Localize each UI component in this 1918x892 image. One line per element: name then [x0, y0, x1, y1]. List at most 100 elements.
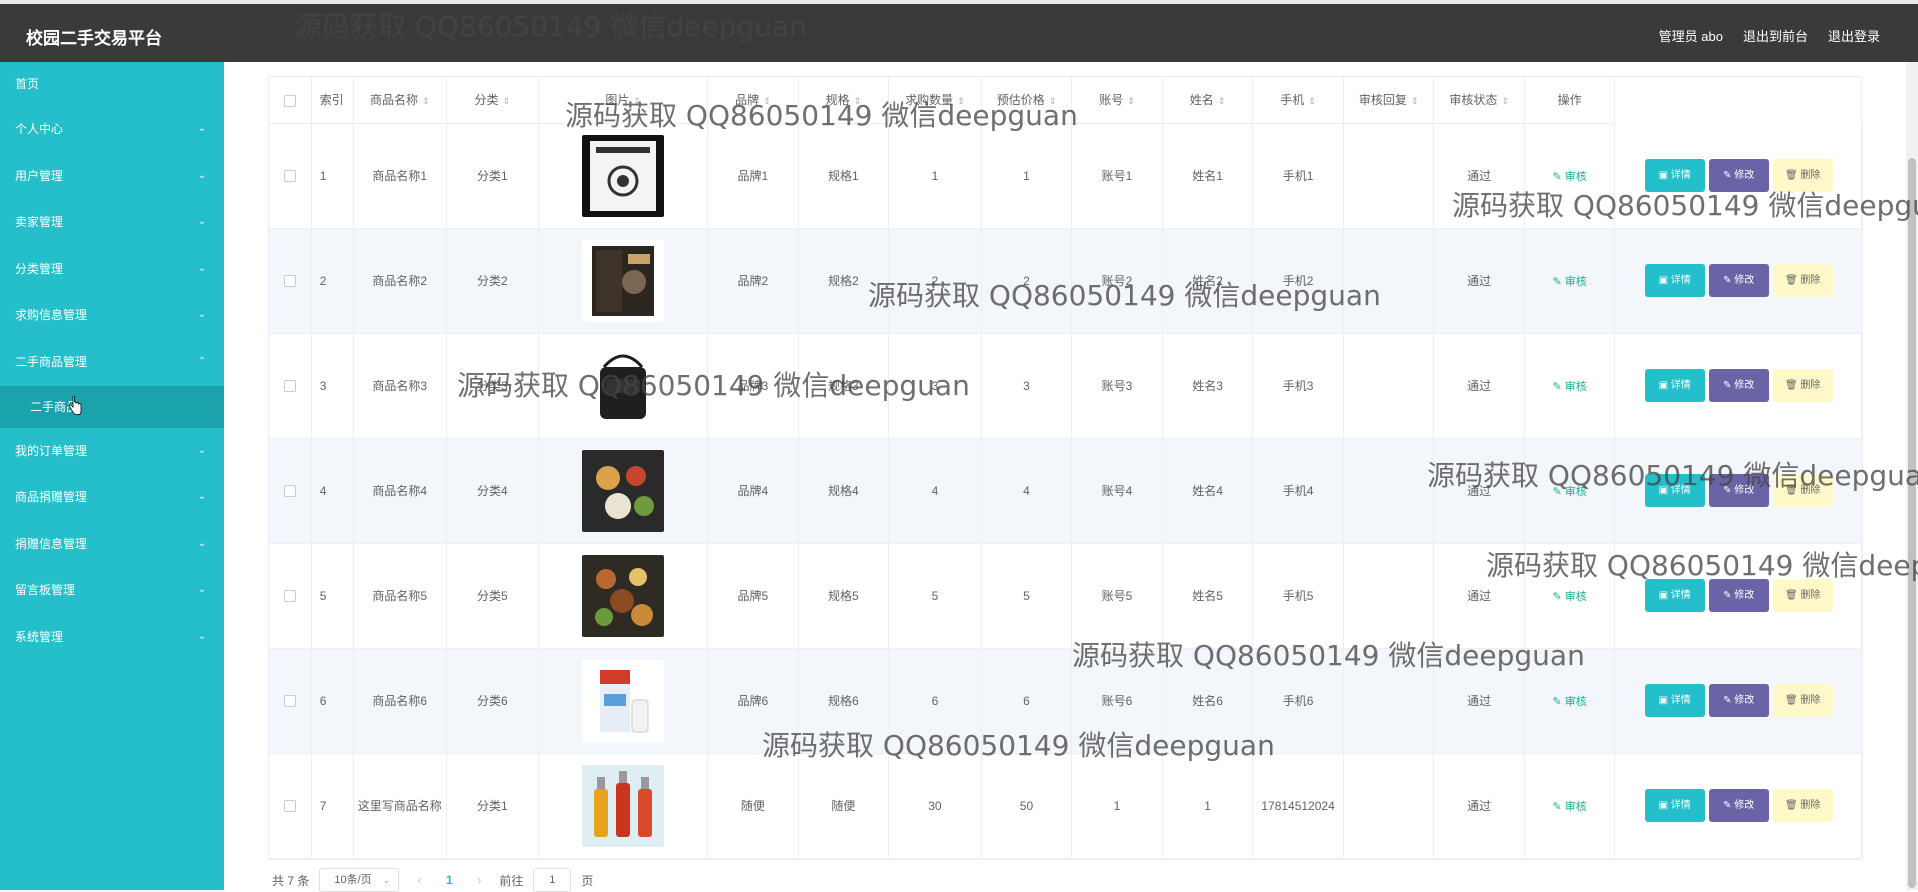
- sort-icon[interactable]: ⇕: [1049, 96, 1057, 106]
- detail-button[interactable]: ▣ 详情: [1644, 684, 1705, 717]
- table-row[interactable]: 2 商品名称2 分类2 品牌2 规格2 2 2 账号2 姓名2 手机2 通过 ✎ 审核 ▣ 详情 ✎ 修改…: [269, 228, 1863, 334]
- vertical-scrollbar[interactable]: [1906, 62, 1918, 890]
- row-checkbox[interactable]: [269, 438, 312, 544]
- goods-image[interactable]: [582, 659, 665, 742]
- sort-icon[interactable]: ⇕: [422, 96, 430, 106]
- column-header[interactable]: 图片 ⇕: [538, 77, 709, 124]
- prev-page-button[interactable]: ‹: [409, 873, 429, 887]
- row-checkbox[interactable]: [269, 333, 312, 439]
- sidebar-item-categories[interactable]: 分类管理 ⌄: [0, 246, 224, 293]
- audit-button[interactable]: ✎ 审核: [1553, 381, 1587, 393]
- audit-button[interactable]: ✎ 审核: [1553, 801, 1587, 813]
- row-checkbox[interactable]: [269, 543, 312, 649]
- edit-button[interactable]: ✎ 修改: [1708, 158, 1769, 192]
- column-header[interactable]: 商品名称 ⇕: [353, 77, 447, 124]
- column-header[interactable]: 规格 ⇕: [798, 77, 890, 124]
- column-header[interactable]: 手机 ⇕: [1252, 77, 1344, 124]
- sort-icon[interactable]: ⇕: [957, 96, 965, 106]
- row-checkbox[interactable]: [269, 123, 312, 229]
- sidebar-item-home[interactable]: 首页: [0, 62, 224, 106]
- column-header[interactable]: 预估价格 ⇕: [981, 77, 1073, 124]
- sort-icon[interactable]: ⇕: [1218, 96, 1226, 106]
- delete-button[interactable]: 🗑 删除: [1772, 789, 1833, 822]
- table-row[interactable]: 7 这里写商品名称 分类1 随便 随便 30 50 1 1 17814512024 通过 ✎ 审核 ▣ …: [269, 753, 1863, 859]
- row-checkbox[interactable]: [269, 228, 312, 334]
- sort-icon[interactable]: ⇕: [1127, 96, 1135, 106]
- sidebar-item-donation-info[interactable]: 捐赠信息管理 ⌄: [0, 521, 224, 568]
- sidebar-subitem-secondhand-goods[interactable]: 二手商品: [0, 385, 224, 428]
- sort-icon[interactable]: ⇕: [1411, 96, 1419, 106]
- detail-button[interactable]: ▣ 详情: [1644, 369, 1705, 402]
- sort-icon[interactable]: ⇕: [1501, 96, 1509, 106]
- delete-button[interactable]: 🗑 删除: [1772, 264, 1833, 297]
- column-header[interactable]: 审核回复 ⇕: [1343, 77, 1435, 124]
- sidebar-item-sellers[interactable]: 卖家管理 ⌄: [0, 199, 224, 246]
- delete-button[interactable]: 🗑 删除: [1772, 579, 1833, 612]
- audit-button[interactable]: ✎ 审核: [1553, 486, 1587, 498]
- edit-button[interactable]: ✎ 修改: [1708, 369, 1769, 402]
- page-size-select[interactable]: 10条/页 ⌄: [319, 868, 400, 892]
- edit-button[interactable]: ✎ 修改: [1708, 579, 1769, 612]
- delete-button[interactable]: 🗑 删除: [1772, 369, 1833, 402]
- detail-button[interactable]: ▣ 详情: [1644, 474, 1705, 507]
- row-checkbox[interactable]: [269, 648, 312, 754]
- sidebar-item-message-board[interactable]: 留言板管理 ⌄: [0, 567, 224, 614]
- audit-reply-cell: [1343, 543, 1435, 649]
- row-checkbox[interactable]: [269, 753, 312, 859]
- delete-button[interactable]: 🗑 删除: [1772, 474, 1833, 507]
- sort-icon[interactable]: ⇕: [763, 96, 771, 106]
- table-row[interactable]: 1 商品名称1 分类1 品牌1 规格1 1 1 账号1 姓名1 手机1 通过 ✎ 审核 ▣ 详情 ✎ 修改…: [269, 123, 1863, 229]
- audit-reply-cell: [1343, 123, 1435, 229]
- goods-image[interactable]: [582, 554, 665, 637]
- goods-image[interactable]: [582, 134, 665, 217]
- back-to-front-link[interactable]: 退出到前台: [1743, 26, 1808, 45]
- goods-image[interactable]: [582, 344, 665, 427]
- sort-icon[interactable]: ⇕: [633, 96, 641, 106]
- column-header[interactable]: 品牌 ⇕: [707, 77, 799, 124]
- sidebar-item-my-orders[interactable]: 我的订单管理 ⌄: [0, 428, 224, 475]
- sidebar-item-personal-center[interactable]: 个人中心 ⌄: [0, 106, 224, 153]
- sidebar-item-secondhand-goods[interactable]: 二手商品管理 ⌃: [0, 339, 224, 386]
- column-header[interactable]: 账号 ⇕: [1071, 77, 1163, 124]
- column-header[interactable]: 分类 ⇕: [446, 77, 540, 124]
- audit-button[interactable]: ✎ 审核: [1553, 591, 1587, 603]
- column-header[interactable]: 索引: [311, 77, 355, 124]
- table-row[interactable]: 5 商品名称5 分类5 品牌5 规格5 5 5 账号5 姓名5 手机5 通过 ✎ 审核 ▣ 详情 ✎ 修改…: [269, 543, 1863, 649]
- sidebar-item-donation-goods[interactable]: 商品捐赠管理 ⌄: [0, 474, 224, 521]
- detail-button[interactable]: ▣ 详情: [1644, 579, 1705, 612]
- detail-button[interactable]: ▣ 详情: [1644, 789, 1705, 822]
- audit-button[interactable]: ✎ 审核: [1553, 696, 1587, 708]
- delete-button[interactable]: 🗑 删除: [1772, 684, 1833, 717]
- detail-button[interactable]: ▣ 详情: [1644, 264, 1705, 297]
- edit-button[interactable]: ✎ 修改: [1708, 474, 1769, 507]
- logout-link[interactable]: 退出登录: [1828, 26, 1880, 45]
- goods-image[interactable]: [582, 764, 665, 847]
- sidebar-item-wanted[interactable]: 求购信息管理 ⌄: [0, 292, 224, 339]
- goods-image[interactable]: [582, 449, 665, 532]
- table-row[interactable]: 3 商品名称3 分类3 品牌3 规格3 3 3 账号3 姓名3 手机3 通过 ✎ 审核 ▣ 详情 ✎ 修改…: [269, 333, 1863, 439]
- edit-button[interactable]: ✎ 修改: [1708, 789, 1769, 822]
- edit-button[interactable]: ✎ 修改: [1708, 684, 1769, 717]
- sort-icon[interactable]: ⇕: [1308, 96, 1316, 106]
- column-header[interactable]: 姓名 ⇕: [1162, 77, 1254, 124]
- account-cell: 账号5: [1071, 543, 1163, 649]
- audit-button[interactable]: ✎ 审核: [1553, 276, 1587, 288]
- sidebar-item-users[interactable]: 用户管理 ⌄: [0, 153, 224, 200]
- column-header[interactable]: 求购数量 ⇕: [888, 77, 982, 124]
- table-row[interactable]: 6 商品名称6 分类6 品牌6 规格6 6 6 账号6 姓名6 手机6 通过 ✎ 审核 ▣ 详情 ✎ 修改…: [269, 648, 1863, 754]
- sort-icon[interactable]: ⇕: [503, 96, 511, 106]
- goto-page-input[interactable]: [533, 868, 572, 892]
- price-cell: 5: [981, 543, 1073, 649]
- page-number-current[interactable]: 1: [439, 873, 459, 887]
- detail-button[interactable]: ▣ 详情: [1644, 158, 1705, 192]
- sort-icon[interactable]: ⇕: [854, 96, 862, 106]
- table-row[interactable]: 4 商品名称4 分类4 品牌4 规格4 4 4 账号4 姓名4 手机4 通过 ✎ 审核 ▣ 详情 ✎ 修改…: [269, 438, 1863, 544]
- column-header[interactable]: 审核状态 ⇕: [1433, 77, 1525, 124]
- sidebar-item-system[interactable]: 系统管理 ⌄: [0, 614, 224, 661]
- select-all-checkbox[interactable]: [269, 77, 312, 124]
- audit-button[interactable]: ✎ 审核: [1553, 171, 1587, 183]
- goods-image[interactable]: [582, 239, 665, 322]
- edit-button[interactable]: ✎ 修改: [1708, 264, 1769, 297]
- delete-button[interactable]: 🗑 删除: [1772, 158, 1833, 192]
- next-page-button[interactable]: ›: [469, 873, 489, 887]
